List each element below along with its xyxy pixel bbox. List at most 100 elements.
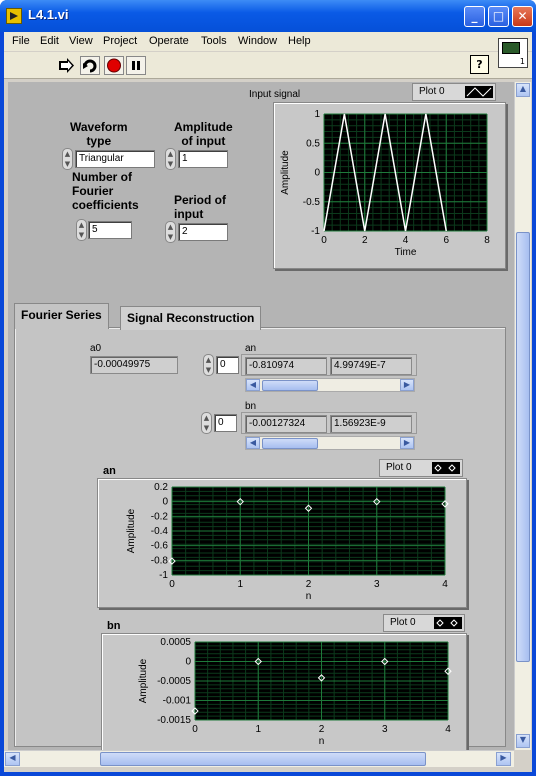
scroll-right-icon[interactable]: ▶ bbox=[496, 752, 511, 766]
bn-plot: 0 1 2 3 4 0.0005 0 -0.0005 -0.001 -0.0015 n Amplitu… bbox=[138, 637, 452, 747]
an-index-input[interactable]: 0 bbox=[216, 356, 239, 374]
vi-icon-number: 1 bbox=[519, 57, 525, 66]
x-axis-label: n bbox=[306, 591, 312, 602]
scroll-thumb[interactable] bbox=[262, 380, 318, 391]
y-tick-label: -0.0005 bbox=[157, 676, 191, 687]
an-index-spinner[interactable]: ▲ ▼ bbox=[203, 354, 214, 376]
run-arrow-icon[interactable] bbox=[56, 56, 76, 75]
tab-fourier-series[interactable]: Fourier Series bbox=[14, 303, 109, 329]
run-continuously-icon[interactable] bbox=[80, 56, 100, 75]
vi-screen-icon bbox=[502, 42, 520, 54]
menu-help[interactable]: Help bbox=[288, 35, 311, 47]
amplitude-spinner[interactable]: ▲ ▼ bbox=[165, 148, 176, 170]
bn-graph[interactable]: 0 1 2 3 4 0.0005 0 -0.0005 -0.001 -0.0015 n Amplitu… bbox=[101, 633, 467, 750]
an-array-scrollbar[interactable]: ◀ ▶ bbox=[245, 378, 415, 392]
fourier-coefficients-spinner[interactable]: ▲ ▼ bbox=[76, 219, 87, 241]
bn-index-input[interactable]: 0 bbox=[214, 414, 237, 432]
x-tick-label: 2 bbox=[362, 235, 368, 246]
pause-icon[interactable] bbox=[126, 56, 146, 75]
x-axis-label: Time bbox=[395, 247, 417, 258]
bn-array-scrollbar[interactable]: ◀ ▶ bbox=[245, 436, 415, 450]
scroll-right-icon[interactable]: ▶ bbox=[400, 437, 414, 449]
application-window: L4.1.vi _ □ ✕ File Edit View Project Ope… bbox=[0, 0, 536, 776]
minimize-button[interactable]: _ bbox=[464, 6, 485, 27]
x-axis-label: n bbox=[319, 736, 325, 747]
menu-edit[interactable]: Edit bbox=[40, 35, 59, 47]
y-axis-label: Amplitude bbox=[280, 150, 291, 195]
fourier-coefficients-input[interactable]: 5 bbox=[88, 221, 132, 239]
y-tick-label: 0.2 bbox=[154, 482, 168, 493]
y-axis-label: Amplitude bbox=[126, 508, 137, 553]
input-signal-plot: 0 2 4 6 8 1 0.5 0 -0.5 -1 Time Amplitude bbox=[280, 109, 490, 258]
scroll-down-icon[interactable]: ▼ bbox=[516, 734, 530, 748]
waveform-type-ring[interactable]: Triangular bbox=[75, 150, 155, 168]
point-style-icon bbox=[434, 617, 462, 629]
x-tick-label: 8 bbox=[484, 235, 490, 246]
vertical-scroll-thumb[interactable] bbox=[516, 232, 530, 662]
period-input[interactable]: 2 bbox=[178, 223, 228, 241]
y-tick-label: -1 bbox=[159, 570, 168, 581]
input-signal-graph[interactable]: 0 2 4 6 8 1 0.5 0 -0.5 -1 Time Amplitude bbox=[273, 102, 506, 269]
an-graph-legend[interactable]: Plot 0 bbox=[379, 459, 463, 477]
front-panel: Waveform type ▲ ▼ Triangular Amplitude of… bbox=[8, 82, 514, 750]
window-client: File Edit View Project Operate Tools Win… bbox=[4, 32, 532, 772]
title-bar[interactable]: L4.1.vi _ □ ✕ bbox=[0, 0, 536, 32]
bn-legend-label: Plot 0 bbox=[390, 617, 416, 628]
menu-view[interactable]: View bbox=[69, 35, 93, 47]
an-graph[interactable]: 0 1 2 3 4 0.2 0 -0.2 -0.4 -0.6 -0.8 -1 n Amplitude bbox=[97, 478, 467, 608]
y-tick-label: -0.5 bbox=[303, 197, 321, 208]
bn-graph-title: bn bbox=[107, 620, 121, 632]
y-tick-label: -0.0015 bbox=[157, 715, 191, 726]
y-tick-label: 0 bbox=[162, 497, 168, 508]
an-element-1: 4.99749E-7 bbox=[330, 357, 412, 375]
input-graph-legend[interactable]: Plot 0 bbox=[412, 83, 496, 101]
x-tick-label: 0 bbox=[169, 579, 175, 590]
y-tick-label: -0.6 bbox=[151, 541, 169, 552]
y-tick-label: -0.001 bbox=[163, 696, 192, 707]
amplitude-input[interactable]: 1 bbox=[178, 150, 228, 168]
y-tick-label: -0.2 bbox=[151, 511, 169, 522]
scroll-thumb[interactable] bbox=[262, 438, 318, 449]
vi-connector-icon[interactable]: 1 bbox=[498, 38, 528, 68]
y-tick-label: 1 bbox=[314, 109, 320, 120]
y-axis-label: Amplitude bbox=[138, 658, 149, 703]
toolbar: ? bbox=[4, 52, 532, 79]
x-tick-label: 2 bbox=[306, 579, 312, 590]
scroll-left-icon[interactable]: ◀ bbox=[5, 752, 20, 766]
scroll-up-icon[interactable]: ▲ bbox=[516, 83, 530, 97]
menu-window[interactable]: Window bbox=[238, 35, 277, 47]
bn-element-1: 1.56923E-9 bbox=[330, 415, 412, 433]
scroll-right-icon[interactable]: ▶ bbox=[400, 379, 414, 391]
x-tick-label: 3 bbox=[374, 579, 380, 590]
y-tick-label: -0.4 bbox=[151, 526, 169, 537]
a0-label: a0 bbox=[90, 343, 102, 354]
y-tick-label: -0.8 bbox=[151, 555, 169, 566]
maximize-button[interactable]: □ bbox=[488, 6, 509, 27]
x-tick-label: 4 bbox=[442, 579, 448, 590]
y-tick-label: 0 bbox=[314, 168, 320, 179]
scroll-left-icon[interactable]: ◀ bbox=[246, 379, 260, 391]
x-tick-label: 1 bbox=[237, 579, 243, 590]
bn-index-spinner[interactable]: ▲ ▼ bbox=[201, 412, 212, 434]
tab-signal-reconstruction[interactable]: Signal Reconstruction bbox=[120, 306, 262, 330]
menu-operate[interactable]: Operate bbox=[149, 35, 189, 47]
waveform-type-label: Waveform type bbox=[70, 120, 128, 148]
close-button[interactable]: ✕ bbox=[512, 6, 533, 27]
horizontal-scrollbar[interactable]: ◀ ▶ bbox=[4, 750, 514, 767]
menu-file[interactable]: File bbox=[12, 35, 30, 47]
period-spinner[interactable]: ▲ ▼ bbox=[165, 221, 176, 243]
menu-bar: File Edit View Project Operate Tools Win… bbox=[4, 32, 532, 51]
menu-tools[interactable]: Tools bbox=[201, 35, 227, 47]
bn-element-0: -0.00127324 bbox=[245, 415, 327, 433]
abort-icon[interactable] bbox=[104, 56, 124, 75]
an-graph-title: an bbox=[103, 465, 116, 477]
scroll-left-icon[interactable]: ◀ bbox=[246, 437, 260, 449]
waveform-type-spinner[interactable]: ▲ ▼ bbox=[62, 148, 73, 170]
horizontal-scroll-thumb[interactable] bbox=[100, 752, 426, 766]
menu-project[interactable]: Project bbox=[103, 35, 137, 47]
period-label: Period of input bbox=[174, 193, 227, 221]
input-graph-title: Input signal bbox=[249, 89, 301, 100]
bn-graph-legend[interactable]: Plot 0 bbox=[383, 614, 465, 632]
vertical-scrollbar[interactable]: ▲ ▼ bbox=[514, 82, 531, 750]
context-help-button[interactable]: ? bbox=[470, 55, 489, 74]
